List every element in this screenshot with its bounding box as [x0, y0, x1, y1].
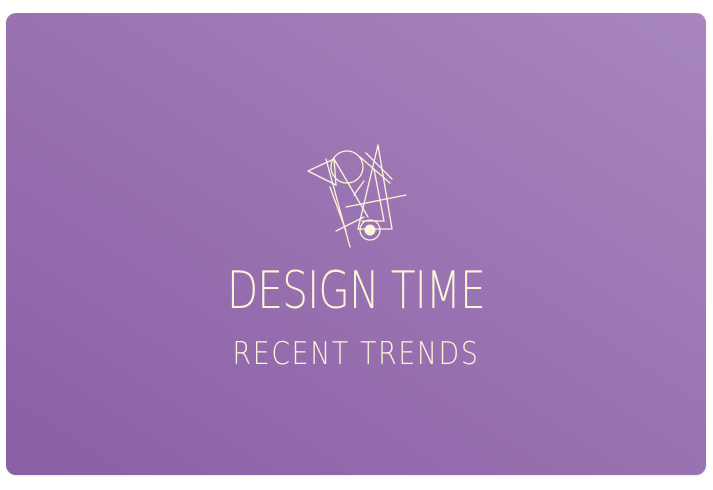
- banner-subtitle: RECENT TRENDS: [232, 336, 480, 372]
- abstract-geometric-lines-logo-icon: [307, 144, 407, 248]
- banner-title: DESIGN TIME: [226, 261, 486, 321]
- banner-card: DESIGN TIME RECENT TRENDS: [6, 13, 706, 475]
